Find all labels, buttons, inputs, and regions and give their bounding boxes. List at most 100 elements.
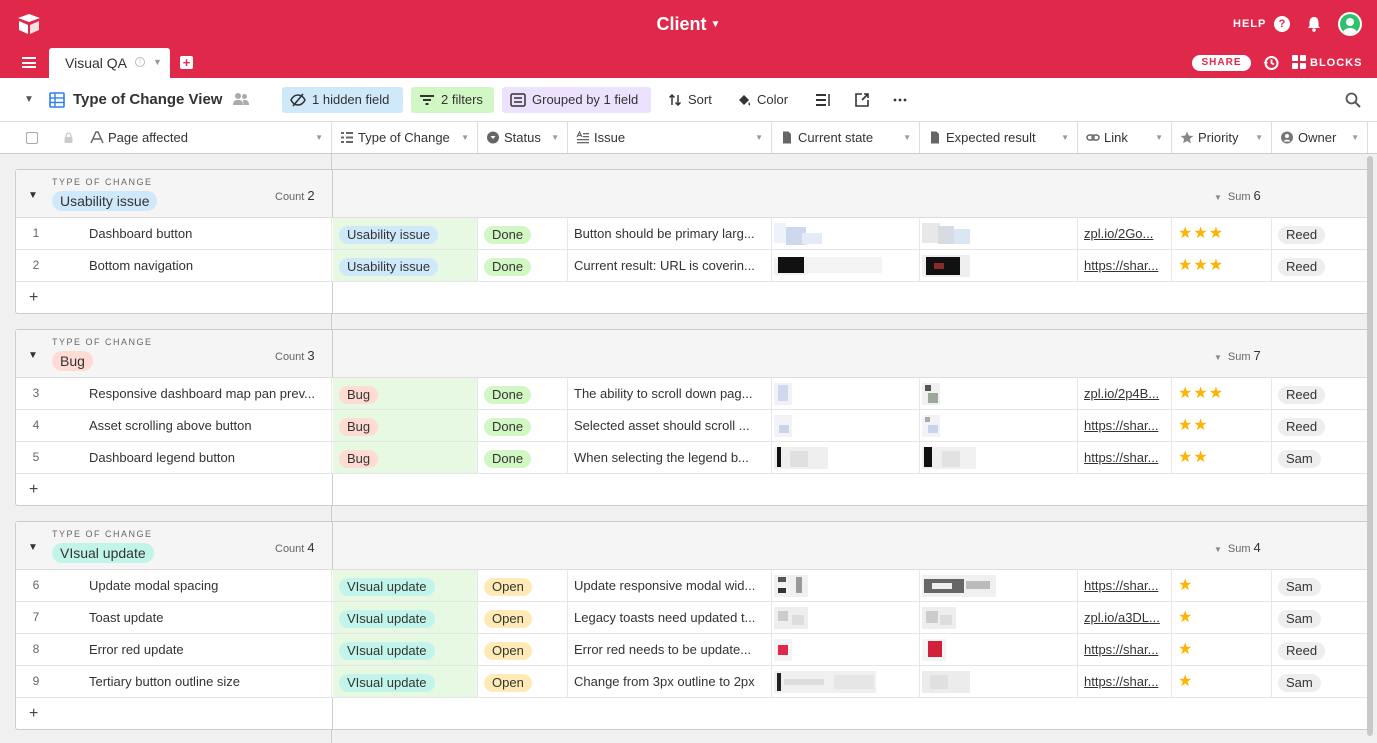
table-row[interactable]: 6 Update modal spacing VIsual update Ope…: [16, 570, 1368, 602]
expected-result-cell[interactable]: [920, 442, 1078, 473]
column-header-issue[interactable]: Issue ▼: [568, 122, 772, 153]
attachment-thumbnail[interactable]: [922, 445, 978, 470]
page-affected-cell[interactable]: Tertiary button outline size: [89, 666, 332, 697]
owner-cell[interactable]: Reed: [1272, 410, 1368, 441]
link-cell[interactable]: https://shar...: [1078, 570, 1172, 601]
priority-cell[interactable]: ★: [1172, 634, 1272, 665]
link-cell[interactable]: zpl.io/a3DL...: [1078, 602, 1172, 633]
column-header-link[interactable]: Link ▼: [1078, 122, 1172, 153]
attachment-thumbnail[interactable]: [774, 637, 796, 662]
expected-result-cell[interactable]: [920, 250, 1078, 281]
status-cell[interactable]: Open: [478, 666, 568, 697]
sort-button[interactable]: Sort: [668, 87, 712, 113]
page-affected-cell[interactable]: Error red update: [89, 634, 332, 665]
type-cell[interactable]: Usability issue: [333, 218, 478, 249]
page-affected-cell[interactable]: Bottom navigation: [89, 250, 332, 281]
type-cell[interactable]: VIsual update: [333, 570, 478, 601]
table-row[interactable]: 3 Responsive dashboard map pan prev... B…: [16, 378, 1368, 410]
chevron-down-icon[interactable]: ▼: [461, 122, 469, 153]
owner-cell[interactable]: Sam: [1272, 602, 1368, 633]
column-header-current-state[interactable]: Current state ▼: [772, 122, 920, 153]
priority-cell[interactable]: ★★★: [1172, 218, 1272, 249]
table-row[interactable]: 1 Dashboard button Usability issue Done …: [16, 218, 1368, 250]
owner-cell[interactable]: Reed: [1272, 378, 1368, 409]
issue-cell[interactable]: Change from 3px outline to 2px: [568, 666, 772, 697]
priority-cell[interactable]: ★: [1172, 602, 1272, 633]
column-header-priority[interactable]: Priority ▼: [1172, 122, 1272, 153]
chevron-down-icon[interactable]: ▼: [1351, 122, 1359, 153]
page-affected-cell[interactable]: Dashboard button: [89, 218, 332, 249]
attachment-thumbnail[interactable]: [774, 381, 796, 406]
table-row[interactable]: 8 Error red update VIsual update Open Er…: [16, 634, 1368, 666]
current-state-cell[interactable]: [772, 570, 920, 601]
collapse-caret-icon[interactable]: ▼: [28, 350, 38, 361]
add-row-button[interactable]: +: [16, 282, 332, 314]
attachment-thumbnail[interactable]: [922, 573, 998, 598]
collapse-caret-icon[interactable]: ▼: [28, 542, 38, 553]
group-sum[interactable]: ▼ Sum 4: [1214, 540, 1261, 555]
hidden-fields-button[interactable]: 1 hidden field: [282, 87, 403, 113]
vertical-scrollbar[interactable]: [1366, 154, 1374, 743]
expected-result-cell[interactable]: [920, 218, 1078, 249]
link-cell[interactable]: https://shar...: [1078, 442, 1172, 473]
priority-cell[interactable]: ★: [1172, 570, 1272, 601]
status-cell[interactable]: Done: [478, 410, 568, 441]
link-cell[interactable]: https://shar...: [1078, 410, 1172, 441]
attachment-thumbnail[interactable]: [774, 605, 810, 630]
rating-stars[interactable]: ★: [1178, 673, 1193, 690]
add-row-button[interactable]: +: [16, 698, 332, 730]
issue-cell[interactable]: Error red needs to be update...: [568, 634, 772, 665]
attachment-thumbnail[interactable]: [922, 605, 958, 630]
priority-cell[interactable]: ★★: [1172, 442, 1272, 473]
attachment-thumbnail[interactable]: [774, 573, 810, 598]
info-icon[interactable]: i: [135, 57, 145, 67]
search-icon[interactable]: [1345, 92, 1361, 108]
expected-result-cell[interactable]: [920, 634, 1078, 665]
link-cell[interactable]: https://shar...: [1078, 666, 1172, 697]
chevron-down-icon[interactable]: ▼: [1155, 122, 1163, 153]
issue-cell[interactable]: The ability to scroll down pag...: [568, 378, 772, 409]
color-button[interactable]: Color: [737, 87, 788, 113]
expected-result-cell[interactable]: [920, 410, 1078, 441]
page-affected-cell[interactable]: Dashboard legend button: [89, 442, 332, 473]
add-row-button[interactable]: +: [16, 474, 332, 506]
attachment-thumbnail[interactable]: [922, 413, 944, 438]
current-state-cell[interactable]: [772, 602, 920, 633]
current-state-cell[interactable]: [772, 218, 920, 249]
chevron-down-icon[interactable]: ▼: [315, 122, 323, 153]
issue-cell[interactable]: Selected asset should scroll ...: [568, 410, 772, 441]
table-row[interactable]: 2 Bottom navigation Usability issue Done…: [16, 250, 1368, 282]
expected-result-cell[interactable]: [920, 602, 1078, 633]
link-cell[interactable]: zpl.io/2p4B...: [1078, 378, 1172, 409]
issue-cell[interactable]: Current result: URL is coverin...: [568, 250, 772, 281]
link-cell[interactable]: https://shar...: [1078, 634, 1172, 665]
current-state-cell[interactable]: [772, 250, 920, 281]
chevron-down-icon[interactable]: ▼: [1061, 122, 1069, 153]
rating-stars[interactable]: ★★: [1178, 449, 1209, 466]
table-row[interactable]: 5 Dashboard legend button Bug Done When …: [16, 442, 1368, 474]
owner-cell[interactable]: Reed: [1272, 218, 1368, 249]
add-table-button[interactable]: +: [180, 56, 193, 69]
menu-icon[interactable]: [22, 57, 36, 68]
base-title[interactable]: Client ▼: [0, 14, 1377, 35]
status-cell[interactable]: Open: [478, 634, 568, 665]
attachment-thumbnail[interactable]: [922, 669, 972, 694]
table-row[interactable]: 4 Asset scrolling above button Bug Done …: [16, 410, 1368, 442]
current-state-cell[interactable]: [772, 634, 920, 665]
attachment-thumbnail[interactable]: [774, 669, 878, 694]
current-state-cell[interactable]: [772, 666, 920, 697]
priority-cell[interactable]: ★★★: [1172, 250, 1272, 281]
group-header[interactable]: ▼ TYPE OF CHANGE VIsual update Count 4 ▼ S…: [16, 522, 1368, 570]
priority-cell[interactable]: ★★★: [1172, 378, 1272, 409]
type-cell[interactable]: Bug: [333, 378, 478, 409]
collapse-caret-icon[interactable]: ▼: [28, 190, 38, 201]
current-state-cell[interactable]: [772, 442, 920, 473]
expected-result-cell[interactable]: [920, 666, 1078, 697]
history-icon[interactable]: [1262, 54, 1280, 72]
more-icon[interactable]: [892, 93, 908, 107]
table-row[interactable]: 7 Toast update VIsual update Open Legacy…: [16, 602, 1368, 634]
issue-cell[interactable]: Legacy toasts need updated t...: [568, 602, 772, 633]
owner-cell[interactable]: Sam: [1272, 442, 1368, 473]
type-cell[interactable]: VIsual update: [333, 602, 478, 633]
type-cell[interactable]: Usability issue: [333, 250, 478, 281]
